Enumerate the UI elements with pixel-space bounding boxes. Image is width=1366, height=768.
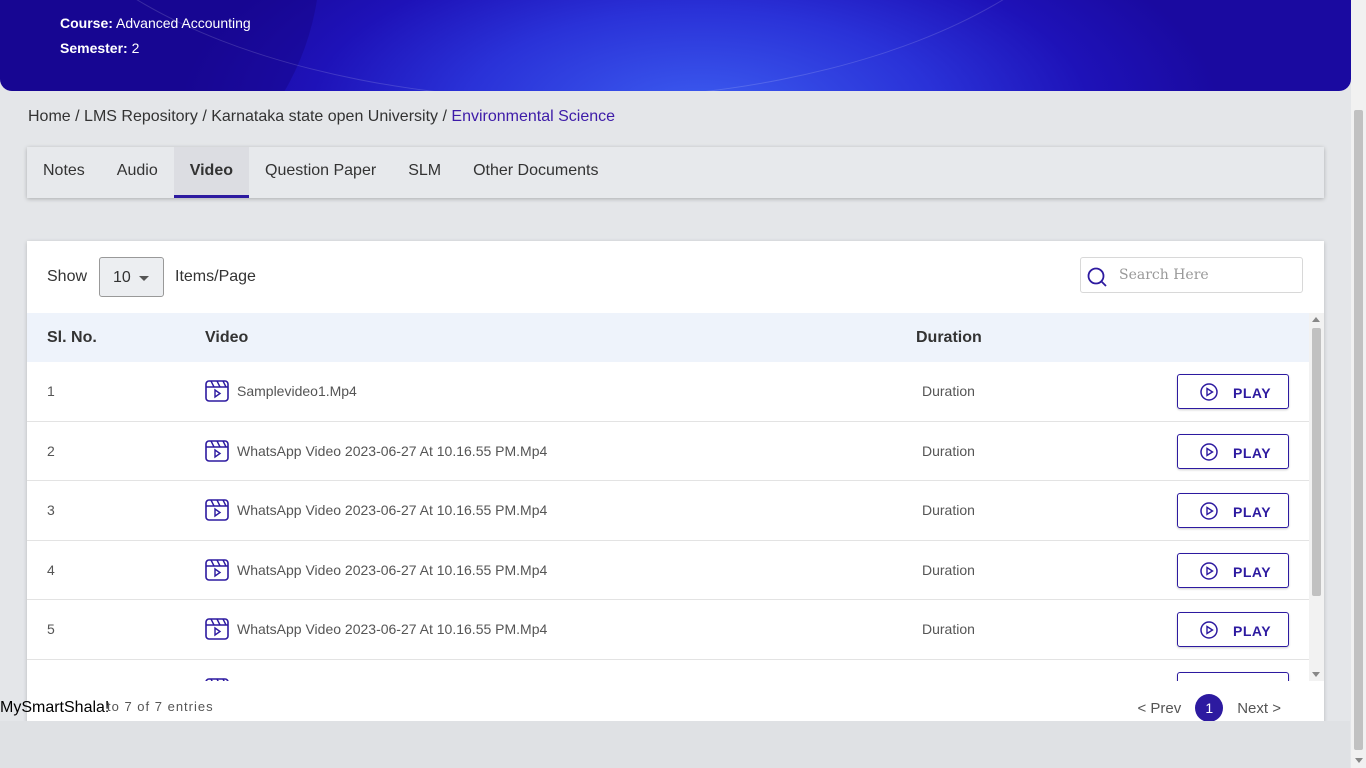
video-table: Sl. No. Video Duration 1 Samplevideo1.Mp… xyxy=(27,313,1324,681)
tab-question-paper[interactable]: Question Paper xyxy=(249,147,392,198)
page-1-button[interactable]: 1 xyxy=(1195,694,1224,722)
semester-label: Semester: xyxy=(60,40,128,56)
video-list-card: Show 10 Items/Page Sl. No. Video Duratio… xyxy=(27,241,1324,741)
row-sl-no: 3 xyxy=(47,502,55,518)
play-button[interactable]: PLAY xyxy=(1177,552,1289,588)
course-info: Course: Advanced Accounting xyxy=(60,15,251,31)
play-button[interactable]: PLAY xyxy=(1177,433,1289,469)
page-scroll-down-icon[interactable] xyxy=(1355,758,1363,763)
breadcrumb-separator: / xyxy=(75,108,80,125)
video-file-icon xyxy=(205,558,229,584)
header-video: Video xyxy=(205,329,249,346)
play-circle-icon xyxy=(1200,383,1218,404)
scrollbar-thumb[interactable] xyxy=(1312,328,1321,596)
play-label: PLAY xyxy=(1233,504,1272,520)
table-row: 2 WhatsApp Video 2023-06-27 At 10.16.55 … xyxy=(27,422,1309,481)
tab-notes[interactable]: Notes xyxy=(27,147,101,198)
play-circle-icon xyxy=(1200,502,1218,523)
table-row: 1 Samplevideo1.Mp4 Duration PLAY xyxy=(27,362,1309,422)
play-circle-icon xyxy=(1200,621,1218,642)
row-sl-no: 5 xyxy=(47,621,55,637)
breadcrumb: Home / LMS Repository / Karnataka state … xyxy=(28,108,615,126)
row-sl-no: 4 xyxy=(47,561,55,578)
video-name[interactable]: Samplevideo1.Mp4 xyxy=(237,383,357,399)
table-row: 3 WhatsApp Video 2023-06-27 At 10.16.55 … xyxy=(27,481,1309,541)
tab-slm[interactable]: SLM xyxy=(392,147,457,198)
play-label: PLAY xyxy=(1233,444,1272,461)
video-duration: Duration xyxy=(922,561,975,578)
course-value: Advanced Accounting xyxy=(116,15,251,31)
play-button[interactable] xyxy=(1177,671,1289,681)
search-input[interactable] xyxy=(1119,264,1294,286)
breadcrumb-lms-repository[interactable]: LMS Repository xyxy=(84,108,198,125)
table-row: 4 WhatsApp Video 2023-06-27 At 10.16.55 … xyxy=(27,541,1309,600)
caret-down-icon xyxy=(139,276,149,281)
breadcrumb-current: Environmental Science xyxy=(451,108,616,125)
play-circle-icon xyxy=(1200,561,1218,583)
play-circle-icon xyxy=(1200,442,1218,464)
row-sl-no: 2 xyxy=(47,442,55,459)
items-per-page-label: Items/Page xyxy=(175,268,256,285)
page-scrollbar-thumb[interactable] xyxy=(1354,110,1363,750)
play-button[interactable]: PLAY xyxy=(1177,493,1289,528)
search-icon[interactable] xyxy=(1086,266,1108,293)
page-size-select[interactable]: 10 xyxy=(99,257,164,297)
course-label: Course: xyxy=(60,15,113,31)
list-toolbar: Show 10 Items/Page xyxy=(27,241,1324,313)
table-body: 1 Samplevideo1.Mp4 Duration PLAY 2 Whats… xyxy=(27,362,1309,681)
play-label: PLAY xyxy=(1233,563,1272,580)
header-sl-no: Sl. No. xyxy=(47,329,97,346)
table-header: Sl. No. Video Duration xyxy=(27,313,1309,362)
play-label: PLAY xyxy=(1233,385,1272,401)
table-row: 5 WhatsApp Video 2023-06-27 At 10.16.55 … xyxy=(27,600,1309,660)
breadcrumb-university[interactable]: Karnataka state open University xyxy=(211,108,438,125)
semester-value: 2 xyxy=(131,40,140,56)
video-name[interactable]: WhatsApp Video 2023-06-27 At 10.16.55 PM… xyxy=(237,562,547,578)
brand-text: MySmartShala! xyxy=(0,699,110,716)
video-file-icon xyxy=(205,380,229,405)
next-page-button[interactable]: Next > xyxy=(1227,700,1291,717)
pagination: < Prev 1 Next > xyxy=(1127,694,1291,722)
table-row xyxy=(27,660,1309,681)
video-name[interactable]: WhatsApp Video 2023-06-27 At 10.16.55 PM… xyxy=(237,443,547,459)
show-label: Show xyxy=(47,268,88,285)
play-button[interactable]: PLAY xyxy=(1177,612,1289,647)
play-label: PLAY xyxy=(1233,623,1272,639)
scroll-up-icon[interactable] xyxy=(1312,317,1320,322)
breadcrumb-home[interactable]: Home xyxy=(28,108,71,125)
tab-video[interactable]: Video xyxy=(173,147,249,198)
play-button[interactable]: PLAY xyxy=(1177,374,1289,409)
video-name[interactable]: WhatsApp Video 2023-06-27 At 10.16.55 PM… xyxy=(237,502,547,518)
search-box xyxy=(1080,257,1303,293)
table-scrollbar[interactable] xyxy=(1309,313,1324,681)
breadcrumb-separator: / xyxy=(442,108,447,125)
video-file-icon xyxy=(205,499,229,524)
video-duration: Duration xyxy=(922,442,975,459)
video-duration: Duration xyxy=(922,383,975,399)
page-scrollbar[interactable] xyxy=(1351,0,1366,768)
header-duration: Duration xyxy=(916,329,982,346)
page-size-value: 10 xyxy=(113,269,131,286)
video-file-icon xyxy=(205,618,229,643)
table-footer: to 7 of 7 entries < Prev 1 Next > xyxy=(27,681,1324,722)
row-sl-no: 1 xyxy=(47,383,55,399)
semester-info: Semester: 2 xyxy=(60,40,139,56)
resource-tabs: Notes Audio Video Question Paper SLM Oth… xyxy=(27,147,1324,198)
tab-other-documents[interactable]: Other Documents xyxy=(457,147,614,198)
tab-audio[interactable]: Audio xyxy=(101,147,174,198)
video-name[interactable]: WhatsApp Video 2023-06-27 At 10.16.55 PM… xyxy=(237,621,547,637)
entries-info: to 7 of 7 entries xyxy=(107,699,214,714)
video-file-icon xyxy=(205,439,229,465)
prev-page-button[interactable]: < Prev xyxy=(1127,700,1191,717)
video-duration: Duration xyxy=(922,621,975,637)
header-banner: Course: Advanced Accounting Semester: 2 xyxy=(0,0,1351,91)
video-duration: Duration xyxy=(922,502,975,518)
breadcrumb-separator: / xyxy=(202,108,207,125)
scroll-down-icon[interactable] xyxy=(1312,672,1320,677)
page-bottom-strip xyxy=(0,721,1350,768)
